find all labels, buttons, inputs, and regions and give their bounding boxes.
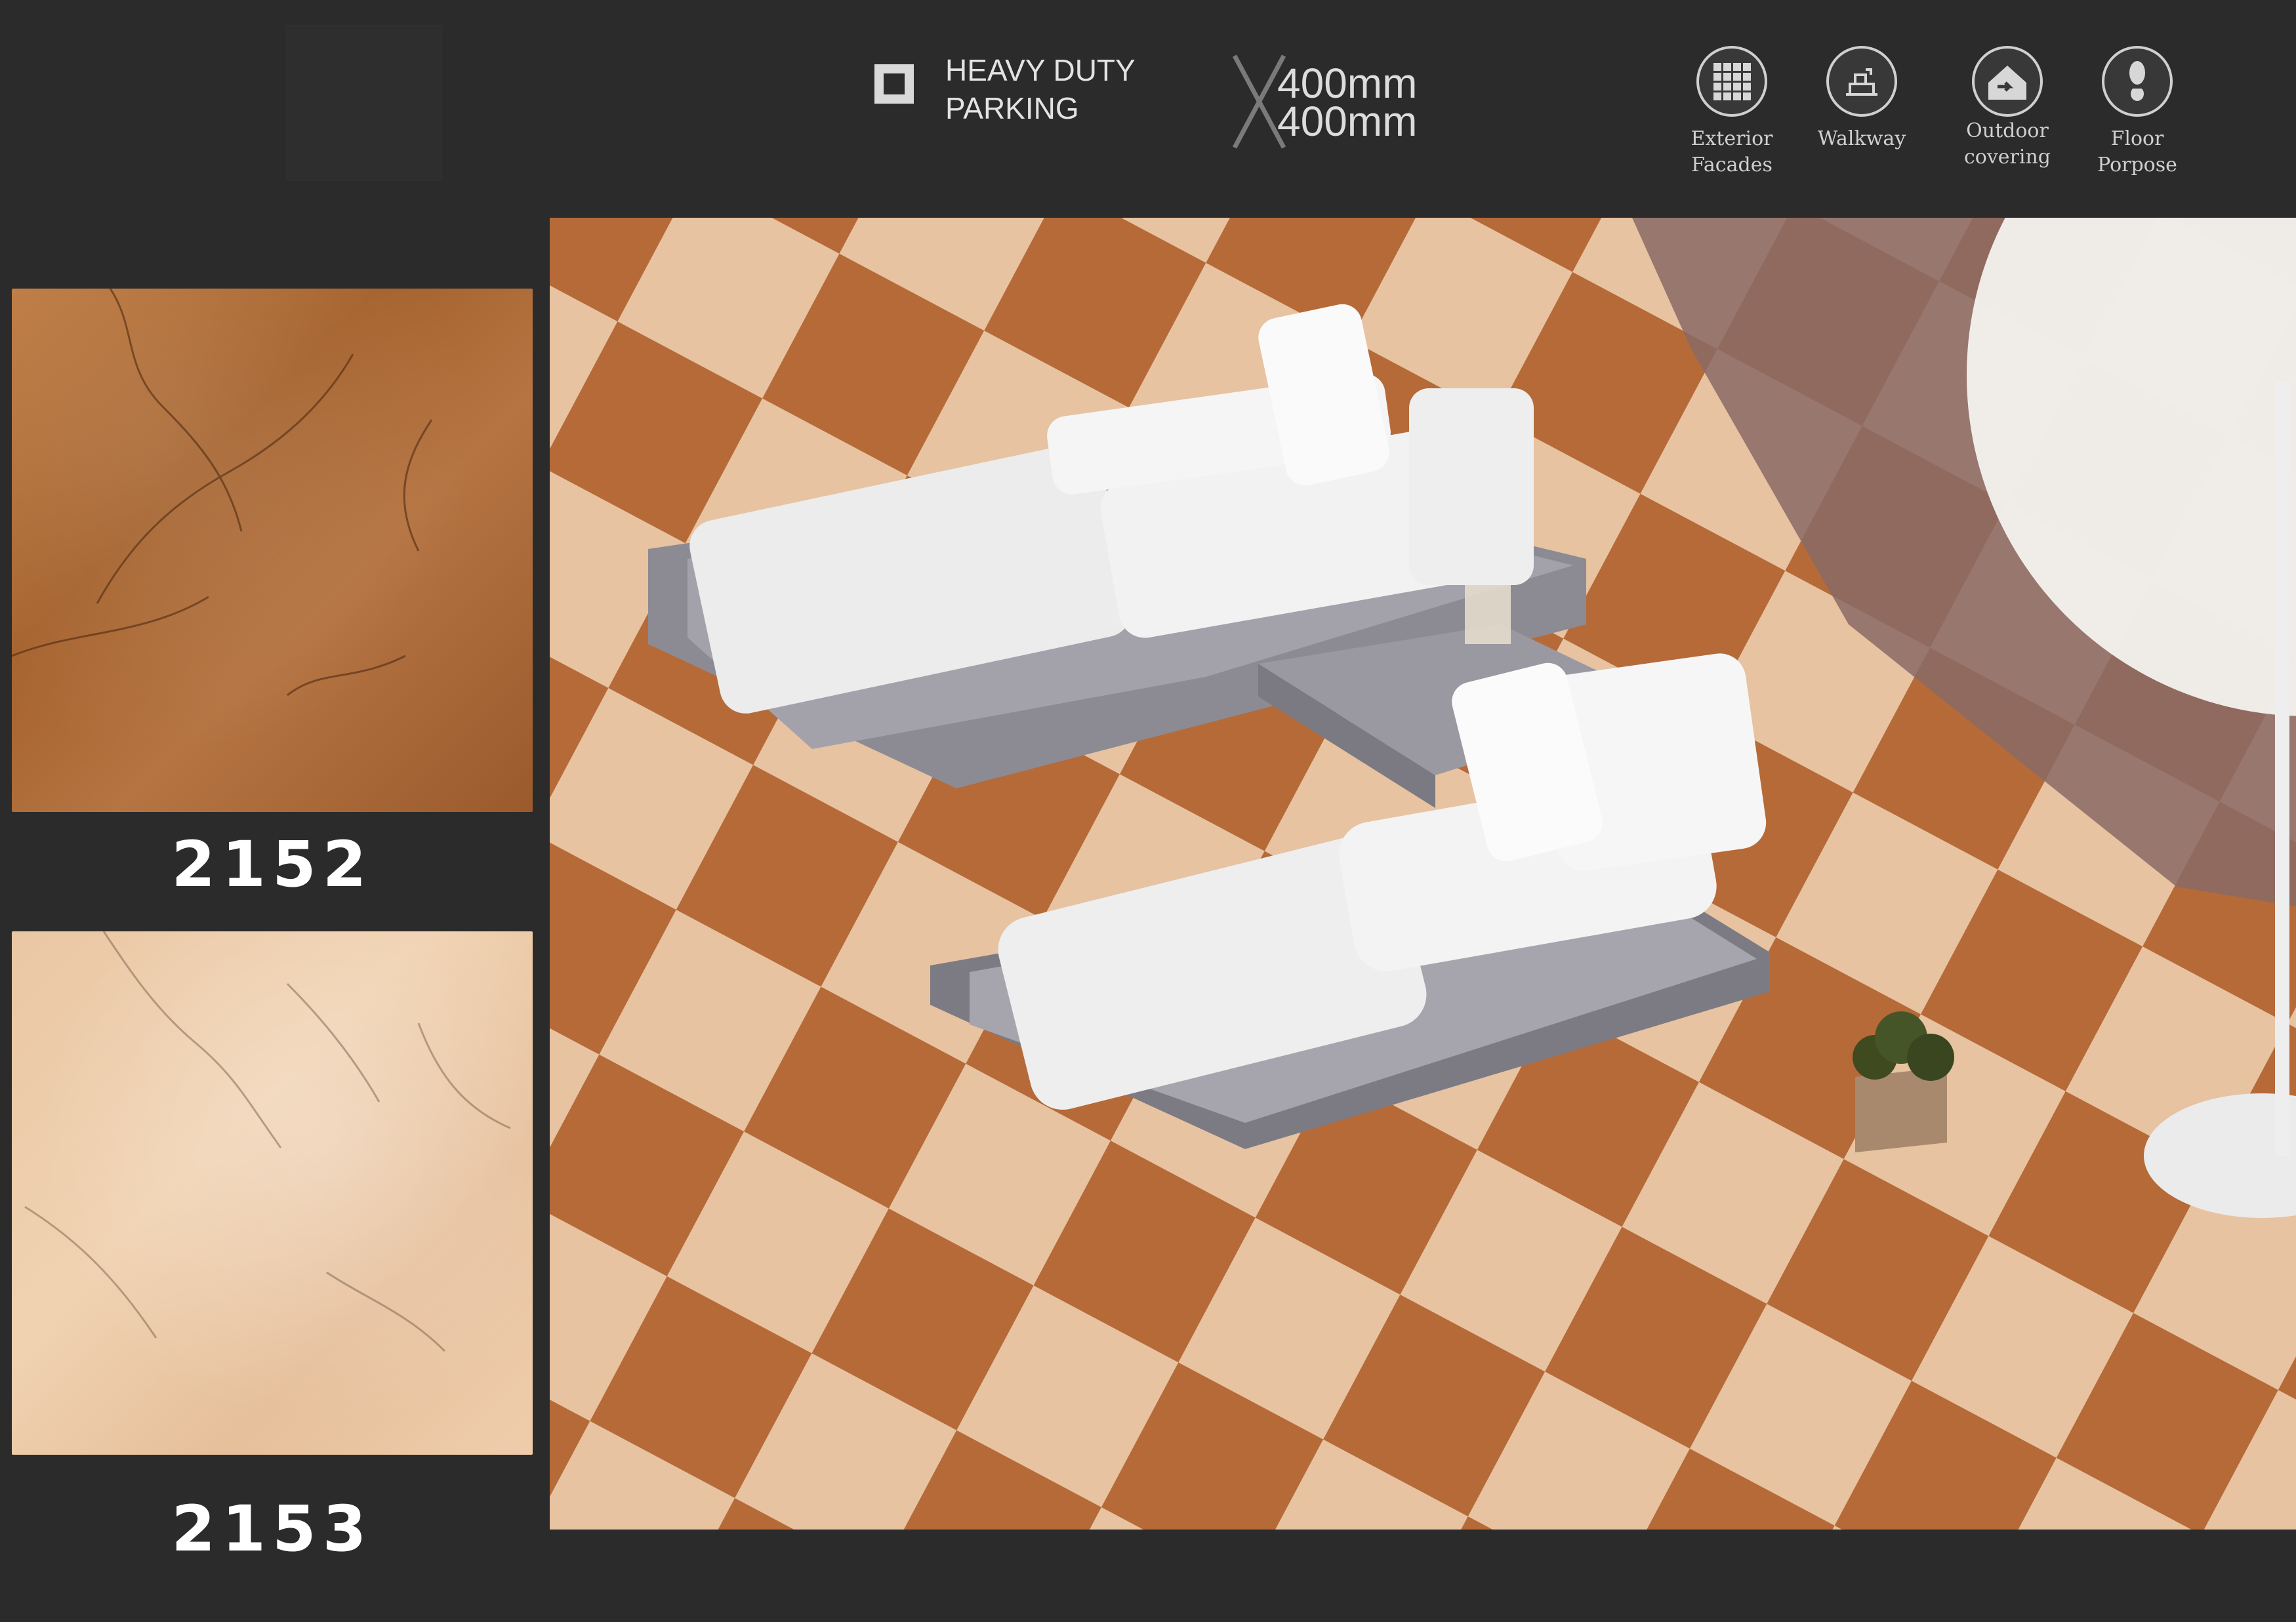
room-scene-image xyxy=(550,218,2296,1530)
badge-line-2: PARKING xyxy=(945,91,1079,125)
badge-line-1: HEAVY DUTY xyxy=(945,53,1136,87)
badge-text: HEAVY DUTY PARKING xyxy=(945,51,1136,127)
size-text: 400mm 400mm xyxy=(1277,60,1418,145)
use-label: Exterior Facades xyxy=(1691,127,1773,176)
use-label: Floor Porpose xyxy=(2097,127,2177,176)
brand-logo xyxy=(286,25,442,181)
tile-size: 400mm 400mm xyxy=(1228,52,1464,157)
marble-veins xyxy=(24,931,511,1352)
tile-swatch-2153 xyxy=(12,931,533,1455)
product-code: 2152 xyxy=(171,828,373,901)
use-exterior-facades: Exterior Facades xyxy=(1666,46,1797,178)
use-outdoor-covering: Outdoor covering xyxy=(1942,46,2073,171)
outdoor-house-icon xyxy=(1972,46,2043,117)
footprint-icon xyxy=(2102,46,2173,117)
marble-veins xyxy=(12,289,433,697)
square-icon xyxy=(874,64,914,104)
walkway-icon xyxy=(1826,46,1897,117)
checkerboard-patio-render xyxy=(550,218,2296,1530)
product-code: 2153 xyxy=(171,1492,373,1566)
use-label: Walkway xyxy=(1817,127,1906,150)
application-uses: Exterior Facades Walkway Outdoor coverin… xyxy=(1666,46,2178,190)
use-label: Outdoor covering xyxy=(1963,119,2051,169)
use-walkway: Walkway xyxy=(1796,46,1927,152)
use-floor-porpose: Floor Porpose xyxy=(2072,46,2203,178)
size-width: 400mm xyxy=(1277,60,1418,107)
grid-tile-icon xyxy=(1696,46,1767,117)
tile-swatch-2152 xyxy=(12,289,533,812)
size-height: 400mm xyxy=(1277,98,1418,145)
